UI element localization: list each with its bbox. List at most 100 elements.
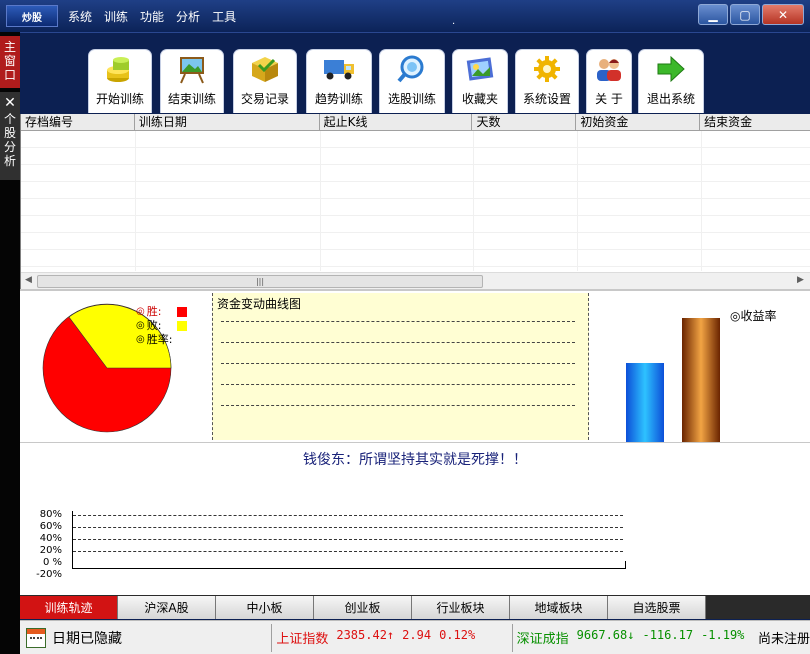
favorites-button[interactable]: 收藏夹 [452, 49, 508, 113]
stock-select-training-button[interactable]: 选股训练 [379, 49, 445, 113]
x-axis [72, 568, 626, 569]
legend-lose-label: 败: [146, 319, 162, 332]
exit-system-button[interactable]: 退出系统 [638, 49, 704, 113]
return-rate-label: ◎收益率 [730, 307, 777, 324]
column-divider [701, 131, 702, 271]
window-controls: ▁ ▢ ✕ [698, 4, 804, 25]
table-header: 存档编号 训练日期 起止K线 天数 初始资金 结束资金 [21, 114, 810, 131]
legend-win-label: 胜: [146, 305, 162, 318]
sz-index-pct: -1.19% [701, 628, 745, 642]
trend-training-button[interactable]: 趋势训练 [306, 49, 372, 113]
tab-industry-sector[interactable]: 行业板块 [412, 596, 510, 619]
table-row [21, 216, 810, 233]
calendar-icon [26, 627, 46, 648]
about-label: 关 于 [595, 92, 623, 106]
return-bars: ◎收益率 [590, 291, 810, 442]
horizontal-scrollbar[interactable]: ◀ ||| ▶ [21, 272, 810, 289]
yield-chart: 80% 60% 40% 20% 0 % -20% [20, 507, 660, 587]
close-tab-icon[interactable]: ✕ [4, 96, 16, 110]
column-header-days[interactable]: 天数 [472, 114, 577, 130]
gridline [73, 527, 623, 528]
trade-records-label: 交易记录 [240, 92, 289, 106]
sz-index-name: 深证成指 [516, 632, 569, 647]
maximize-button[interactable]: ▢ [730, 4, 760, 25]
legend-rate: ◎ 胜率: [136, 333, 187, 347]
yield-tick: -20% [36, 569, 62, 580]
scroll-left-icon[interactable]: ◀ [25, 275, 32, 285]
trend-training-label: 趋势训练 [314, 92, 363, 106]
yield-tick: 0 % [42, 557, 62, 568]
menu-training[interactable]: 训练 [104, 8, 128, 25]
system-settings-button[interactable]: 系统设置 [515, 49, 579, 113]
radio-icon: ◎ [730, 309, 741, 323]
truck-icon [322, 54, 356, 84]
trade-records-button[interactable]: 交易记录 [233, 49, 297, 113]
column-header-archive-id[interactable]: 存档编号 [21, 114, 135, 130]
shanghai-index: 上证指数 2385.42↑ 2.94 0.12% [276, 628, 511, 647]
menu-function[interactable]: 功能 [140, 8, 164, 25]
easel-icon [175, 54, 209, 84]
legend-win: ◎ 胜: [136, 305, 188, 319]
radio-icon: ◎ [136, 334, 145, 345]
sh-index-value: 2385.42↑ [336, 628, 394, 647]
table-row [21, 233, 810, 250]
favorites-label: 收藏夹 [461, 92, 498, 106]
stock-select-training-label: 选股训练 [387, 92, 436, 106]
gear-icon [530, 54, 564, 84]
fund-curve-title: 资金变动曲线图 [217, 297, 302, 311]
sz-index-change: -116.17 [642, 628, 694, 642]
tab-chinext[interactable]: 创业板 [314, 596, 412, 619]
menu-analysis[interactable]: 分析 [176, 8, 200, 25]
menu-system[interactable]: 系统 [68, 8, 92, 25]
arrow-right-icon [654, 54, 688, 84]
tab-region-sector[interactable]: 地域板块 [510, 596, 608, 619]
status-bar: 日期已隐藏 上证指数 2385.42↑ 2.94 0.12% 深证成指 9667… [20, 620, 810, 654]
tab-stock-analysis[interactable]: ✕ 个股分析 [0, 92, 20, 180]
tab-training-track[interactable]: 训练轨迹 [20, 596, 118, 619]
app-logo: 炒股 [6, 5, 58, 27]
sh-index-change: 2.94 [402, 628, 432, 642]
table-row [21, 182, 810, 199]
table-row [21, 131, 810, 148]
start-training-button[interactable]: 开始训练 [88, 49, 152, 113]
tab-main-window[interactable]: 主窗口 [0, 36, 20, 88]
win-loss-pie: ◎ 胜: ◎ 败: ◎ 胜率: [20, 291, 212, 442]
sz-index-value: 9667.68↓ [577, 628, 635, 647]
stats-panel: ◎ 胜: ◎ 败: ◎ 胜率: 资金变动曲线图 ◎收益率 [20, 289, 810, 442]
column-header-initial-funds[interactable]: 初始资金 [576, 114, 701, 130]
column-divider [320, 131, 321, 271]
return-rate-text: 收益率 [740, 309, 777, 323]
end-training-button[interactable]: 结束训练 [160, 49, 224, 113]
shenzhen-index: 深证成指 9667.68↓ -116.17 -1.19% [517, 628, 756, 647]
status-divider [511, 623, 513, 652]
start-training-label: 开始训练 [95, 92, 144, 106]
status-divider [271, 623, 273, 652]
column-header-kline-range[interactable]: 起止K线 [320, 114, 473, 130]
tab-watchlist[interactable]: 自选股票 [608, 596, 706, 619]
close-icon: ✕ [777, 7, 789, 22]
yield-tick: 60% [39, 521, 62, 532]
tab-scroll-area [706, 596, 712, 619]
close-button[interactable]: ✕ [762, 4, 804, 25]
about-button[interactable]: 关 于 [586, 49, 632, 113]
column-header-training-date[interactable]: 训练日期 [135, 114, 320, 130]
menu-tools[interactable]: 工具 [212, 8, 236, 25]
tab-shanghai-shenzhen-a[interactable]: 沪深A股 [118, 596, 216, 619]
yield-tick: 40% [39, 533, 62, 544]
tab-sme-board[interactable]: 中小板 [216, 596, 314, 619]
quote-text: 钱俊东：所谓坚持其实就是死撑！！ [303, 452, 527, 468]
side-tabs: 主窗口 ✕ 个股分析 [0, 32, 20, 654]
column-header-final-funds[interactable]: 结束资金 [700, 114, 810, 130]
scroll-thumb[interactable]: ||| [37, 275, 483, 288]
scroll-right-icon[interactable]: ▶ [797, 275, 804, 285]
gridline [221, 321, 575, 322]
column-divider [577, 131, 578, 271]
minimize-button[interactable]: ▁ [698, 4, 728, 25]
sh-index-pct: 0.12% [439, 628, 476, 642]
legend-lose: ◎ 败: [136, 319, 188, 333]
radio-icon: ◎ [136, 306, 145, 317]
legend-rate-label: 胜率: [146, 333, 173, 346]
fund-curve-chart: 资金变动曲线图 [212, 293, 589, 440]
end-training-label: 结束训练 [167, 92, 216, 106]
system-settings-label: 系统设置 [522, 92, 571, 106]
